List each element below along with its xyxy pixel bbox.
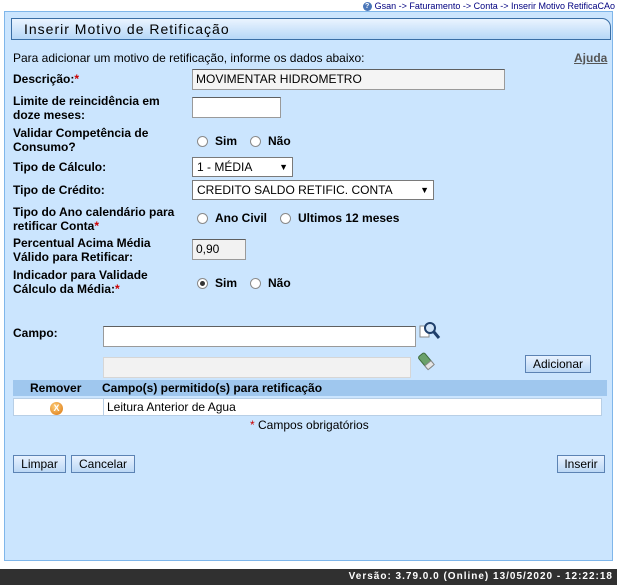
help-icon: ? [362,1,372,11]
ano-civil-radio[interactable] [197,212,208,224]
campo-cell: Leitura Anterior de Agua [107,400,236,414]
limite-label: Limite de reincidência em doze meses: [13,94,160,122]
page-title: Inserir Motivo de Retificação [11,18,611,40]
remove-icon[interactable]: X [50,402,63,415]
campo-description [103,357,411,378]
column-divider [103,399,104,415]
chevron-down-icon: ▼ [279,162,288,172]
adicionar-button[interactable]: Adicionar [525,355,591,373]
indicador-sim-option[interactable]: Sim [197,276,237,290]
inserir-button[interactable]: Inserir [557,455,605,473]
remover-column-header: Remover [30,381,82,395]
table-row: X Leitura Anterior de Agua [13,398,602,416]
ultimos-12-radio[interactable] [280,212,291,224]
version-footer: Versão: 3.79.0.0 (Online) 13/05/2020 - 1… [0,569,617,585]
tipo-credito-label: Tipo de Crédito: [13,183,105,197]
indicador-nao-option[interactable]: Não [250,276,291,290]
validar-sim-option[interactable]: Sim [197,134,237,148]
eraser-icon[interactable] [416,351,436,371]
descricao-input[interactable]: MOVIMENTAR HIDROMETRO [192,69,505,90]
percentual-label: Percentual Acima Média Válido para Retif… [13,236,151,264]
search-icon[interactable] [419,320,441,340]
limite-input[interactable] [192,97,281,118]
tipo-calculo-label: Tipo de Cálculo: [13,160,107,174]
breadcrumb-text: Gsan -> Faturamento -> Conta -> Inserir … [374,1,615,11]
validar-sim-radio[interactable] [197,135,208,147]
help-link[interactable]: Ajuda [574,51,607,65]
campo-input[interactable] [103,326,416,347]
indicador-sim-radio[interactable] [197,277,208,289]
validar-label: Validar Competência de Consumo? [13,126,149,154]
indicador-label: Indicador para Validade Cálculo da Média… [13,268,148,296]
validar-nao-radio[interactable] [250,135,261,147]
table-header: Remover Campo(s) permitido(s) para retif… [13,380,607,396]
ano-civil-option[interactable]: Ano Civil [197,211,267,225]
percentual-input[interactable]: 0,90 [192,239,246,260]
remove-button[interactable]: X [50,400,63,415]
chevron-down-icon: ▼ [420,185,429,195]
validar-nao-option[interactable]: Não [250,134,291,148]
tipo-calculo-select[interactable]: 1 - MÉDIA ▼ [192,157,293,177]
ultimos-12-option[interactable]: Ultimos 12 meses [280,211,399,225]
campo-column-header: Campo(s) permitido(s) para retificação [102,381,323,395]
intro-text: Para adicionar um motivo de retificação,… [13,51,365,65]
tipo-credito-select[interactable]: CREDITO SALDO RETIFIC. CONTA ▼ [192,180,434,200]
tipo-ano-label: Tipo do Ano calendário para retificar Co… [13,205,175,233]
campo-label: Campo: [13,326,58,340]
indicador-nao-radio[interactable] [250,277,261,289]
cancelar-button[interactable]: Cancelar [71,455,135,473]
descricao-label: Descrição:* [13,72,80,86]
required-note: * Campos obrigatórios [250,418,369,432]
limpar-button[interactable]: Limpar [13,455,66,473]
